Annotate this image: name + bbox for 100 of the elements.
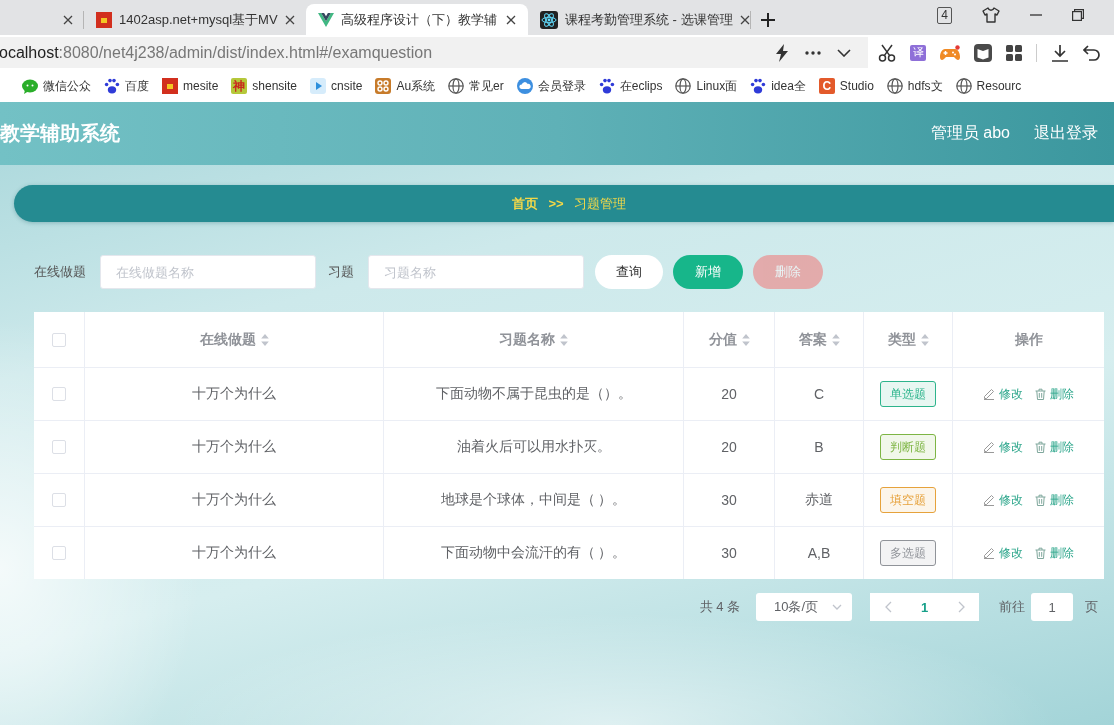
bookmark-link[interactable]: Resourc — [955, 78, 1022, 94]
browser-tab[interactable]: 课程考勤管理系统 - 选课管理 — [528, 4, 750, 35]
paw-icon — [598, 78, 615, 94]
search-field[interactable]: 在线做题名称 — [100, 255, 316, 289]
square-favicon-icon — [96, 11, 112, 28]
table-cell: 十万个为什么 — [85, 368, 384, 420]
bookmark-link[interactable]: Linux面 — [675, 77, 738, 95]
pattern-tile-icon — [375, 78, 392, 94]
table-cell: 十万个为什么 — [85, 474, 384, 526]
table-cell: 地球是个球体，中间是（ ）。 — [384, 474, 684, 526]
v-logo-icon — [318, 12, 334, 27]
shirt-icon[interactable] — [982, 7, 1000, 23]
goto-label: 前往 — [999, 598, 1025, 616]
column-header: 分值 — [708, 330, 737, 349]
cloud-icon — [516, 78, 533, 94]
column-header: 在线做题 — [199, 330, 256, 349]
column-header: 习题名称 — [499, 330, 555, 349]
pencil-icon — [983, 441, 995, 453]
select-all-checkbox[interactable] — [52, 332, 66, 347]
bookmark-link[interactable]: 会员登录 — [516, 77, 586, 95]
paw-icon — [104, 78, 120, 94]
lightning-icon[interactable] — [775, 43, 789, 62]
bookmark-link[interactable]: 在eclips — [598, 77, 663, 95]
restore-icon[interactable] — [1072, 9, 1084, 21]
column-header: 操作 — [1014, 330, 1043, 349]
total-count: 共 4 条 — [699, 598, 740, 616]
close-icon[interactable] — [284, 14, 295, 25]
bookmark-link[interactable]: hdfs文 — [886, 77, 943, 95]
scissors-icon[interactable] — [878, 43, 896, 62]
app-title: 教学辅助系统 — [0, 121, 120, 146]
table-cell: C — [775, 368, 864, 420]
breadcrumb-current: 习题管理 — [573, 194, 626, 213]
bookmark-link[interactable]: cnsite — [310, 78, 363, 94]
page-input[interactable]: 1 — [1031, 593, 1073, 621]
row-checkbox[interactable] — [52, 440, 66, 454]
bookmark-link[interactable]: 微信公众 — [22, 77, 91, 95]
table-cell: 下面动物不属于昆虫的是（）。 — [384, 368, 684, 420]
breadcrumb-separator: >> — [548, 196, 564, 211]
undo-icon[interactable] — [1083, 44, 1101, 61]
close-icon[interactable] — [506, 14, 516, 25]
page-size-select[interactable]: 10条/页 — [756, 593, 852, 621]
table-cell: 赤道 — [775, 474, 864, 526]
tab-count[interactable]: 4 — [937, 6, 952, 24]
pencil-icon — [983, 494, 995, 506]
atom-icon — [540, 10, 558, 29]
bookmark-link[interactable]: 神 shensite — [231, 78, 298, 94]
bookmark-link[interactable]: 常见er — [448, 77, 504, 95]
chat-bubble-icon — [22, 78, 38, 94]
globe-icon — [886, 78, 903, 94]
action-button[interactable]: 查询 — [595, 255, 663, 289]
column-header: 类型 — [887, 330, 916, 349]
row-checkbox[interactable] — [52, 387, 66, 401]
favicon-badge: C — [818, 78, 835, 94]
field-label: 在线做题 — [34, 263, 86, 281]
close-icon[interactable] — [63, 14, 73, 25]
pencil-icon — [983, 547, 995, 559]
table-cell: 30 — [684, 527, 775, 579]
grid-icon[interactable] — [1006, 44, 1022, 61]
table-cell: 30 — [684, 474, 775, 526]
browser-tab[interactable]: 高级程序设计（下）教学辅 — [306, 4, 528, 35]
book-icon[interactable] — [974, 43, 992, 62]
table-cell: 20 — [684, 421, 775, 473]
trash-icon — [1035, 441, 1046, 453]
table-cell: A,B — [775, 527, 864, 579]
table-cell: 油着火后可以用水扑灭。 — [384, 421, 684, 473]
pencil-icon — [983, 388, 995, 400]
globe-icon — [955, 78, 972, 94]
bookmark-link[interactable]: Au系统 — [375, 77, 436, 95]
type-tag: 判断题 — [880, 434, 936, 460]
chevron-right-icon — [957, 601, 965, 613]
translate-button[interactable]: 译 — [910, 44, 926, 61]
address-bar[interactable]: ocalhost:8080/net4j238/admin/dist/index.html#/examquestion — [0, 37, 868, 68]
row-checkbox[interactable] — [52, 493, 66, 507]
row-checkbox[interactable] — [52, 546, 66, 560]
gamepad-icon[interactable] — [940, 44, 960, 61]
table-cell: B — [775, 421, 864, 473]
bookmark-link[interactable]: idea全 — [750, 77, 806, 95]
bookmark-link[interactable]: mesite — [162, 78, 219, 94]
chevron-down-icon — [832, 604, 842, 610]
chevron-down-icon[interactable] — [837, 48, 851, 57]
trash-icon — [1035, 388, 1046, 400]
more-icon[interactable] — [805, 50, 821, 55]
table-cell: 十万个为什么 — [85, 527, 384, 579]
globe-icon — [675, 78, 692, 94]
type-tag: 填空题 — [880, 487, 936, 513]
download-icon[interactable] — [1051, 43, 1069, 62]
plus-icon[interactable] — [761, 12, 775, 27]
close-icon[interactable] — [739, 14, 750, 25]
url-text[interactable]: ocalhost:8080/net4j238/admin/dist/index.html#/examquestion — [0, 43, 433, 62]
type-tag: 单选题 — [880, 381, 936, 407]
play-icon — [310, 78, 327, 94]
trash-icon — [1035, 494, 1046, 506]
bookmark-link[interactable]: 百度 — [104, 77, 149, 95]
bookmark-link[interactable]: C Studio — [818, 78, 874, 94]
paw-icon — [750, 78, 767, 94]
search-field[interactable]: 习题名称 — [368, 255, 584, 289]
browser-tab[interactable]: 1402asp.net+mysql基于MV — [84, 4, 306, 35]
type-tag: 多选题 — [880, 540, 936, 566]
favicon-badge: 神 — [231, 78, 248, 94]
table-cell: 20 — [684, 368, 775, 420]
